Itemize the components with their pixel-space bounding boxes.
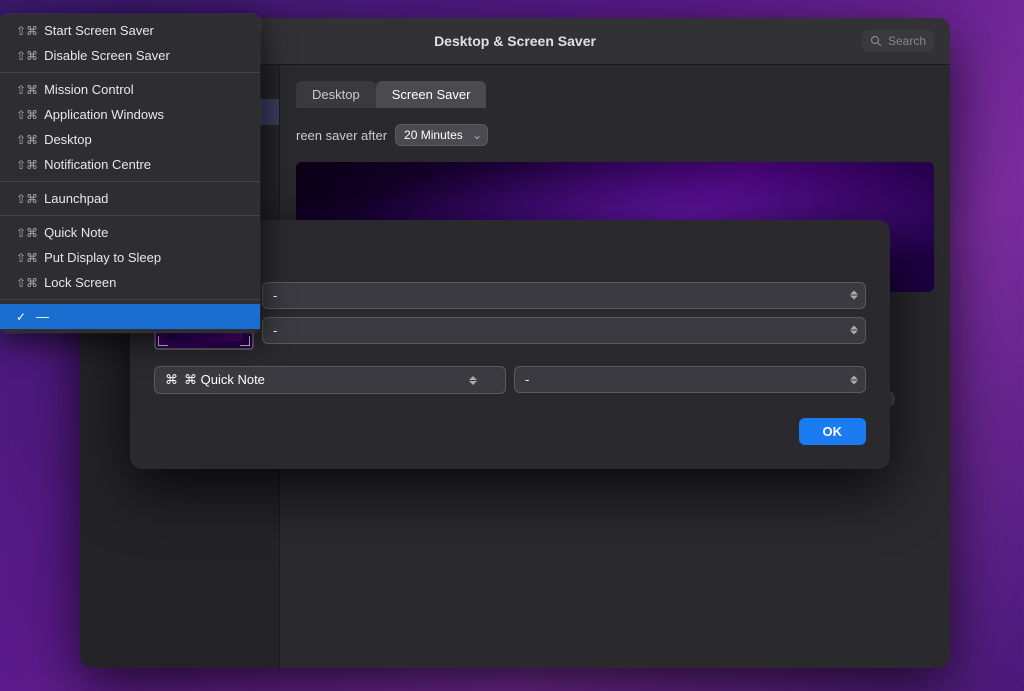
check-icon: ✓	[16, 310, 32, 324]
dropdown-stepper-bottom-left	[469, 376, 477, 385]
dialog-actions: OK	[154, 418, 866, 445]
search-placeholder: Search	[888, 34, 926, 48]
menu-separator-1	[0, 72, 260, 73]
tab-screen-saver[interactable]: Screen Saver	[376, 81, 487, 108]
shortcut-mission-control: ⇧⌘	[16, 83, 38, 97]
corners-row-top: - -	[154, 275, 866, 350]
menu-item-disable-screen-saver[interactable]: ⇧⌘ Disable Screen Saver	[0, 43, 260, 68]
corner-dropdowns-area: - -	[262, 282, 866, 344]
corner-top-left-area: - -	[154, 275, 866, 350]
corners-row-bottom: ⌘ ⌘ Quick Note -	[154, 366, 866, 394]
context-menu: ⇧⌘ Start Screen Saver ⇧⌘ Disable Screen …	[0, 14, 260, 333]
menu-label-disable-screen-saver: Disable Screen Saver	[44, 48, 170, 63]
screen-saver-time-dropdown-wrapper[interactable]: 20 Minutes	[395, 124, 488, 146]
tab-bar: Desktop Screen Saver	[296, 81, 934, 108]
menu-label-desktop: Desktop	[44, 132, 92, 147]
shortcut-disable-screen-saver: ⇧⌘	[16, 49, 38, 63]
cmd-icon: ⌘	[165, 372, 178, 388]
bottom-right-dropdown-wrapper: -	[514, 366, 866, 394]
shortcut-desktop: ⇧⌘	[16, 133, 38, 147]
window-title: Desktop & Screen Saver	[434, 33, 596, 49]
shortcut-notification-centre: ⇧⌘	[16, 158, 38, 172]
shortcut-launchpad: ⇧⌘	[16, 192, 38, 206]
menu-label-quick-note: Quick Note	[44, 225, 108, 240]
menu-item-dash[interactable]: ✓ —	[0, 304, 260, 329]
screen-saver-after-label: reen saver after	[296, 128, 387, 143]
menu-separator-4	[0, 299, 260, 300]
bottom-left-corner-dropdown[interactable]: ⌘ ⌘ Quick Note	[154, 366, 506, 394]
menu-label-mission-control: Mission Control	[44, 82, 134, 97]
menu-item-launchpad[interactable]: ⇧⌘ Launchpad	[0, 186, 260, 211]
bottom-right-corner-dropdown[interactable]: -	[514, 366, 866, 393]
menu-label-notification-centre: Notification Centre	[44, 157, 151, 172]
tab-desktop[interactable]: Desktop	[296, 81, 376, 108]
top-right-dropdown-wrapper: -	[262, 317, 866, 344]
screen-saver-after-row: reen saver after 20 Minutes	[296, 124, 934, 146]
menu-item-application-windows[interactable]: ⇧⌘ Application Windows	[0, 102, 260, 127]
menu-item-mission-control[interactable]: ⇧⌘ Mission Control	[0, 77, 260, 102]
menu-label-dash: —	[36, 309, 49, 324]
menu-label-start-screen-saver: Start Screen Saver	[44, 23, 154, 38]
top-right-corner-dropdown[interactable]: -	[262, 317, 866, 344]
ok-button[interactable]: OK	[799, 418, 867, 445]
stepper-up-icon	[469, 376, 477, 380]
bottom-left-dropdown-wrapper: ⌘ ⌘ Quick Note	[154, 366, 506, 394]
stepper-down-icon	[469, 381, 477, 385]
menu-separator-2	[0, 181, 260, 182]
menu-separator-3	[0, 215, 260, 216]
corner-indicator-bl	[158, 336, 168, 346]
shortcut-start-screen-saver: ⇧⌘	[16, 24, 38, 38]
search-box[interactable]: Search	[862, 30, 934, 52]
screen-saver-time-dropdown[interactable]: 20 Minutes	[395, 124, 488, 146]
dialog-label: Ac	[154, 244, 866, 259]
menu-item-desktop[interactable]: ⇧⌘ Desktop	[0, 127, 260, 152]
shortcut-put-display-to-sleep: ⇧⌘	[16, 251, 38, 265]
quick-note-label: ⌘ Quick Note	[184, 372, 265, 388]
search-icon	[870, 35, 882, 47]
menu-label-lock-screen: Lock Screen	[44, 275, 116, 290]
corner-indicator-br	[240, 336, 250, 346]
top-left-dropdown-wrapper: -	[262, 282, 866, 309]
menu-label-application-windows: Application Windows	[44, 107, 164, 122]
menu-item-quick-note[interactable]: ⇧⌘ Quick Note	[0, 220, 260, 245]
top-left-corner-dropdown[interactable]: -	[262, 282, 866, 309]
shortcut-lock-screen: ⇧⌘	[16, 276, 38, 290]
menu-item-lock-screen[interactable]: ⇧⌘ Lock Screen	[0, 270, 260, 295]
top-left-corner-row: - -	[154, 275, 866, 350]
menu-item-notification-centre[interactable]: ⇧⌘ Notification Centre	[0, 152, 260, 177]
shortcut-application-windows: ⇧⌘	[16, 108, 38, 122]
menu-label-put-display-to-sleep: Put Display to Sleep	[44, 250, 161, 265]
menu-item-start-screen-saver[interactable]: ⇧⌘ Start Screen Saver	[0, 18, 260, 43]
menu-item-put-display-to-sleep[interactable]: ⇧⌘ Put Display to Sleep	[0, 245, 260, 270]
shortcut-quick-note: ⇧⌘	[16, 226, 38, 240]
menu-label-launchpad: Launchpad	[44, 191, 108, 206]
